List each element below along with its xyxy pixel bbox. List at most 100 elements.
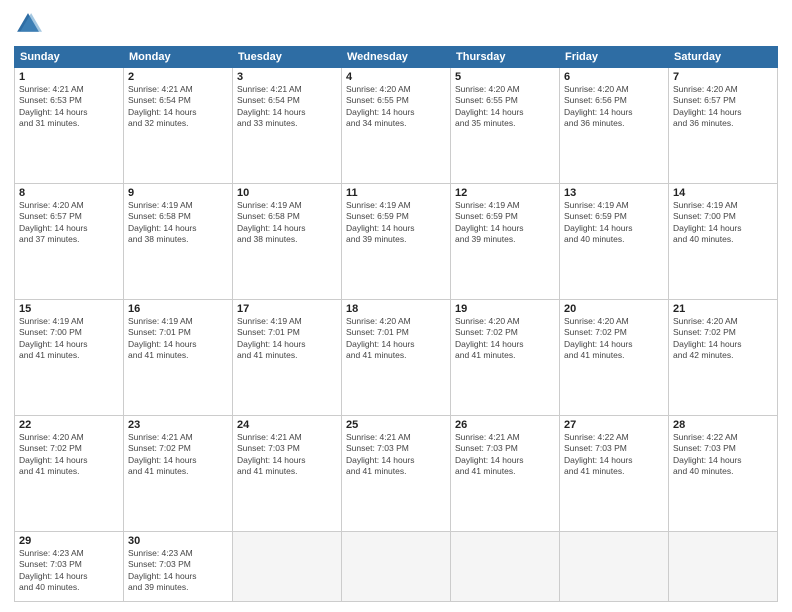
- calendar-day: 4Sunrise: 4:20 AM Sunset: 6:55 PM Daylig…: [342, 68, 451, 184]
- day-number: 21: [673, 303, 773, 315]
- calendar-table: SundayMondayTuesdayWednesdayThursdayFrid…: [14, 46, 778, 602]
- day-info: Sunrise: 4:21 AM Sunset: 7:03 PM Dayligh…: [237, 432, 337, 478]
- day-number: 6: [564, 71, 664, 83]
- day-number: 20: [564, 303, 664, 315]
- calendar-day: 29Sunrise: 4:23 AM Sunset: 7:03 PM Dayli…: [15, 532, 124, 602]
- day-number: 1: [19, 71, 119, 83]
- day-info: Sunrise: 4:19 AM Sunset: 7:01 PM Dayligh…: [128, 316, 228, 362]
- day-number: 15: [19, 303, 119, 315]
- weekday-header-row: SundayMondayTuesdayWednesdayThursdayFrid…: [15, 47, 778, 68]
- day-number: 19: [455, 303, 555, 315]
- calendar-day: 19Sunrise: 4:20 AM Sunset: 7:02 PM Dayli…: [451, 300, 560, 416]
- day-info: Sunrise: 4:21 AM Sunset: 6:54 PM Dayligh…: [237, 84, 337, 130]
- day-info: Sunrise: 4:21 AM Sunset: 7:03 PM Dayligh…: [346, 432, 446, 478]
- calendar-day: 9Sunrise: 4:19 AM Sunset: 6:58 PM Daylig…: [124, 184, 233, 300]
- day-info: Sunrise: 4:23 AM Sunset: 7:03 PM Dayligh…: [19, 548, 119, 594]
- day-number: 8: [19, 187, 119, 199]
- calendar-day: 10Sunrise: 4:19 AM Sunset: 6:58 PM Dayli…: [233, 184, 342, 300]
- calendar-day: 20Sunrise: 4:20 AM Sunset: 7:02 PM Dayli…: [560, 300, 669, 416]
- day-info: Sunrise: 4:21 AM Sunset: 7:02 PM Dayligh…: [128, 432, 228, 478]
- day-number: 5: [455, 71, 555, 83]
- calendar-day: 12Sunrise: 4:19 AM Sunset: 6:59 PM Dayli…: [451, 184, 560, 300]
- calendar-day: 28Sunrise: 4:22 AM Sunset: 7:03 PM Dayli…: [669, 416, 778, 532]
- day-info: Sunrise: 4:20 AM Sunset: 7:01 PM Dayligh…: [346, 316, 446, 362]
- calendar-day: 1Sunrise: 4:21 AM Sunset: 6:53 PM Daylig…: [15, 68, 124, 184]
- calendar-day: 26Sunrise: 4:21 AM Sunset: 7:03 PM Dayli…: [451, 416, 560, 532]
- day-number: 18: [346, 303, 446, 315]
- calendar-day: [560, 532, 669, 602]
- calendar-day: [233, 532, 342, 602]
- weekday-header: Sunday: [15, 47, 124, 68]
- calendar-day: 22Sunrise: 4:20 AM Sunset: 7:02 PM Dayli…: [15, 416, 124, 532]
- weekday-header: Saturday: [669, 47, 778, 68]
- day-info: Sunrise: 4:21 AM Sunset: 6:53 PM Dayligh…: [19, 84, 119, 130]
- day-info: Sunrise: 4:19 AM Sunset: 7:01 PM Dayligh…: [237, 316, 337, 362]
- day-number: 4: [346, 71, 446, 83]
- day-number: 3: [237, 71, 337, 83]
- day-number: 12: [455, 187, 555, 199]
- page: SundayMondayTuesdayWednesdayThursdayFrid…: [0, 0, 792, 612]
- day-number: 23: [128, 419, 228, 431]
- weekday-header: Wednesday: [342, 47, 451, 68]
- day-number: 30: [128, 535, 228, 547]
- day-info: Sunrise: 4:20 AM Sunset: 7:02 PM Dayligh…: [673, 316, 773, 362]
- day-number: 27: [564, 419, 664, 431]
- day-info: Sunrise: 4:19 AM Sunset: 6:59 PM Dayligh…: [455, 200, 555, 246]
- day-info: Sunrise: 4:20 AM Sunset: 6:55 PM Dayligh…: [346, 84, 446, 130]
- calendar-day: 17Sunrise: 4:19 AM Sunset: 7:01 PM Dayli…: [233, 300, 342, 416]
- calendar-day: 25Sunrise: 4:21 AM Sunset: 7:03 PM Dayli…: [342, 416, 451, 532]
- day-number: 29: [19, 535, 119, 547]
- day-number: 16: [128, 303, 228, 315]
- day-number: 24: [237, 419, 337, 431]
- weekday-header: Tuesday: [233, 47, 342, 68]
- calendar-day: 11Sunrise: 4:19 AM Sunset: 6:59 PM Dayli…: [342, 184, 451, 300]
- day-info: Sunrise: 4:20 AM Sunset: 6:57 PM Dayligh…: [673, 84, 773, 130]
- day-info: Sunrise: 4:19 AM Sunset: 7:00 PM Dayligh…: [19, 316, 119, 362]
- day-number: 22: [19, 419, 119, 431]
- day-info: Sunrise: 4:19 AM Sunset: 6:58 PM Dayligh…: [237, 200, 337, 246]
- logo-icon: [14, 10, 42, 38]
- day-info: Sunrise: 4:20 AM Sunset: 7:02 PM Dayligh…: [564, 316, 664, 362]
- weekday-header: Thursday: [451, 47, 560, 68]
- calendar-day: 13Sunrise: 4:19 AM Sunset: 6:59 PM Dayli…: [560, 184, 669, 300]
- calendar-day: [451, 532, 560, 602]
- day-number: 13: [564, 187, 664, 199]
- calendar-day: 8Sunrise: 4:20 AM Sunset: 6:57 PM Daylig…: [15, 184, 124, 300]
- day-info: Sunrise: 4:19 AM Sunset: 6:59 PM Dayligh…: [564, 200, 664, 246]
- day-info: Sunrise: 4:20 AM Sunset: 7:02 PM Dayligh…: [19, 432, 119, 478]
- calendar-day: 18Sunrise: 4:20 AM Sunset: 7:01 PM Dayli…: [342, 300, 451, 416]
- day-number: 9: [128, 187, 228, 199]
- day-info: Sunrise: 4:19 AM Sunset: 6:59 PM Dayligh…: [346, 200, 446, 246]
- calendar-day: 14Sunrise: 4:19 AM Sunset: 7:00 PM Dayli…: [669, 184, 778, 300]
- day-info: Sunrise: 4:20 AM Sunset: 7:02 PM Dayligh…: [455, 316, 555, 362]
- calendar-day: 3Sunrise: 4:21 AM Sunset: 6:54 PM Daylig…: [233, 68, 342, 184]
- calendar-day: 15Sunrise: 4:19 AM Sunset: 7:00 PM Dayli…: [15, 300, 124, 416]
- calendar-week-row: 22Sunrise: 4:20 AM Sunset: 7:02 PM Dayli…: [15, 416, 778, 532]
- calendar-day: [669, 532, 778, 602]
- calendar-week-row: 8Sunrise: 4:20 AM Sunset: 6:57 PM Daylig…: [15, 184, 778, 300]
- logo: [14, 10, 46, 38]
- day-info: Sunrise: 4:20 AM Sunset: 6:56 PM Dayligh…: [564, 84, 664, 130]
- weekday-header: Friday: [560, 47, 669, 68]
- calendar-day: 5Sunrise: 4:20 AM Sunset: 6:55 PM Daylig…: [451, 68, 560, 184]
- calendar-week-row: 15Sunrise: 4:19 AM Sunset: 7:00 PM Dayli…: [15, 300, 778, 416]
- day-number: 26: [455, 419, 555, 431]
- calendar-day: 6Sunrise: 4:20 AM Sunset: 6:56 PM Daylig…: [560, 68, 669, 184]
- day-number: 28: [673, 419, 773, 431]
- day-info: Sunrise: 4:22 AM Sunset: 7:03 PM Dayligh…: [564, 432, 664, 478]
- day-info: Sunrise: 4:19 AM Sunset: 7:00 PM Dayligh…: [673, 200, 773, 246]
- day-info: Sunrise: 4:20 AM Sunset: 6:55 PM Dayligh…: [455, 84, 555, 130]
- weekday-header: Monday: [124, 47, 233, 68]
- calendar-day: 23Sunrise: 4:21 AM Sunset: 7:02 PM Dayli…: [124, 416, 233, 532]
- header: [14, 10, 778, 38]
- day-number: 2: [128, 71, 228, 83]
- day-number: 14: [673, 187, 773, 199]
- calendar-day: 16Sunrise: 4:19 AM Sunset: 7:01 PM Dayli…: [124, 300, 233, 416]
- day-number: 25: [346, 419, 446, 431]
- day-number: 17: [237, 303, 337, 315]
- day-info: Sunrise: 4:19 AM Sunset: 6:58 PM Dayligh…: [128, 200, 228, 246]
- day-number: 11: [346, 187, 446, 199]
- day-info: Sunrise: 4:21 AM Sunset: 7:03 PM Dayligh…: [455, 432, 555, 478]
- calendar-day: 21Sunrise: 4:20 AM Sunset: 7:02 PM Dayli…: [669, 300, 778, 416]
- calendar-day: 27Sunrise: 4:22 AM Sunset: 7:03 PM Dayli…: [560, 416, 669, 532]
